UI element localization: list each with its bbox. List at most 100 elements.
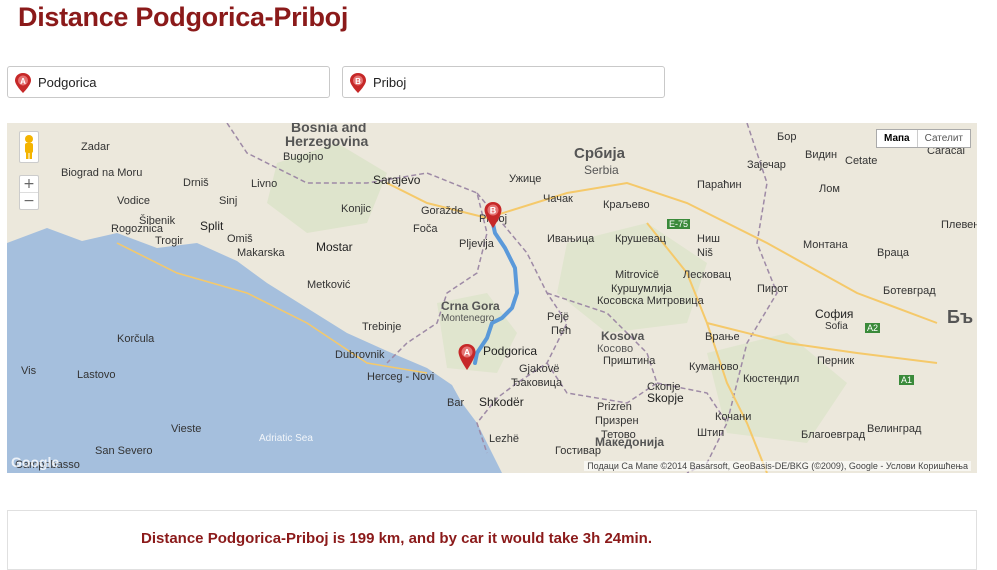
label-dubrovnik: Dubrovnik [335,349,385,361]
label-shtip: Штип [697,427,725,439]
label-rogoznica: Rogoznica [111,223,163,235]
label-gjakove: Gjakovë [519,363,560,375]
map-base-layer [7,123,977,473]
label-ivanjica: Ивањица [547,233,595,245]
label-cacak: Чачак [543,193,573,205]
label-lastovo: Lastovo [77,369,116,381]
zoom-in-button[interactable]: + [20,176,38,192]
label-livno: Livno [251,178,278,190]
destination-value: Priboj [373,75,407,90]
zoom-control: + − [19,175,39,210]
road-a1: A1 [899,375,915,385]
label-nis-lat: Niš [697,247,713,259]
label-sofia-lat: Sofia [825,321,848,332]
map-attribution[interactable]: Подаци Са Мапе ©2014 Basarsoft, GeoBasis… [584,461,971,471]
label-kumanovo: Куманово [689,361,739,373]
label-djakovica: Ђаковица [511,377,563,389]
label-bulgaria: Бъ [947,307,974,327]
label-pirot: Пирот [757,283,789,295]
label-biograd: Biograd na Moru [61,167,143,179]
label-gorazde: Goražde [421,205,464,217]
label-sofia: София [815,307,854,321]
label-leskovac: Лесковац [683,269,732,281]
label-sarajevo: Sarajevo [373,173,421,187]
zoom-out-button[interactable]: − [20,192,38,209]
label-vidin: Видин [805,149,838,161]
label-tetovo: Тетово [601,429,636,441]
label-lezhe: Lezhë [489,433,519,445]
label-krusevac: Крушевац [615,233,666,245]
label-kraljevo: Краљево [603,199,650,211]
label-vieste: Vieste [171,423,202,435]
label-bor: Бор [777,131,797,143]
label-montenegro: Montenegro [441,313,495,324]
label-bar: Bar [447,397,465,409]
destination-field[interactable]: B Priboj [342,66,665,98]
label-pljevlja: Pljevlja [459,238,494,250]
label-blagoevgrad: Благоевград [801,429,866,441]
svg-text:B: B [355,77,361,86]
label-vranje: Врање [705,331,740,343]
route-map[interactable]: Bosnia and Herzegovina Србија Serbia Crn… [7,123,977,473]
map-type-map-button[interactable]: Мапа [877,130,918,147]
label-peje: Pejë [547,311,570,323]
label-korcula: Korčula [117,333,155,345]
label-velingrad: Велинград [867,423,922,435]
label-herceg-novi: Herceg - Novi [367,371,435,383]
label-herzegovina: Herzegovina [285,133,369,149]
label-san-severo: San Severo [95,445,153,457]
label-skopje: Skopje [647,391,684,405]
label-kjustendil: Кюстендил [743,373,800,385]
result-text: Distance Podgorica-Priboj is 199 km, and… [141,530,652,547]
label-crna-gora: Crna Gora [441,299,500,313]
label-serbia: Serbia [584,163,619,177]
label-kosova: Kosova [601,329,645,343]
page-title: Distance Podgorica-Priboj [18,2,349,32]
route-marker-a[interactable]: A [457,343,477,371]
label-vis: Vis [21,365,37,377]
label-trogir: Trogir [155,235,184,247]
label-mostar: Mostar [316,240,353,254]
label-srbija: Србија [574,145,625,162]
label-pernik: Перник [817,355,855,367]
label-podgorica: Podgorica [483,344,538,358]
label-shkoder: Shkodër [479,395,524,409]
label-pristina: Приштина [603,355,656,367]
result-panel: Distance Podgorica-Priboj is 199 km, and… [7,510,977,570]
label-adriatic: Adriatic Sea [259,433,313,444]
label-lom: Лом [819,183,840,195]
svg-text:A: A [20,77,26,86]
label-uzice: Ужице [509,173,542,185]
label-pec: Пећ [551,325,572,337]
label-drnis: Drniš [183,177,209,189]
route-marker-b[interactable]: B [483,201,503,229]
road-a2: A2 [865,323,881,333]
label-pleven: Плевен [941,219,977,231]
label-kochani: Кочани [715,411,752,423]
label-parachin: Параћин [697,179,742,191]
map-type-satellite-button[interactable]: Сателит [918,130,970,147]
origin-field[interactable]: A Podgorica [7,66,330,98]
marker-b-icon: B [350,73,366,93]
svg-text:A: A [464,348,471,358]
street-view-pegman-icon[interactable] [19,131,39,163]
label-zadar: Zadar [81,141,110,153]
label-konjic: Konjic [341,203,371,215]
marker-a-icon: A [15,73,31,93]
label-mitrovice: Mitrovicë [615,269,660,281]
label-metkovic: Metković [307,279,351,291]
label-omis: Omiš [227,233,253,245]
label-foca: Foča [413,223,438,235]
label-gostivar: Гостивар [555,445,601,457]
google-logo[interactable]: Google [11,454,59,470]
label-kosovska-mitrovica: Косовска Митровица [597,295,704,307]
label-sinj: Sinj [219,195,238,207]
road-e75: E-75 [667,219,691,229]
label-prizren-cyr: Призрен [595,415,639,427]
label-vraca: Враца [877,247,909,259]
label-kosovo: Косово [597,343,634,355]
label-makarska: Makarska [237,247,285,259]
map-type-control: Мапа Сателит [876,129,971,148]
svg-text:B: B [490,206,497,216]
label-cetate: Cetate [845,155,878,167]
